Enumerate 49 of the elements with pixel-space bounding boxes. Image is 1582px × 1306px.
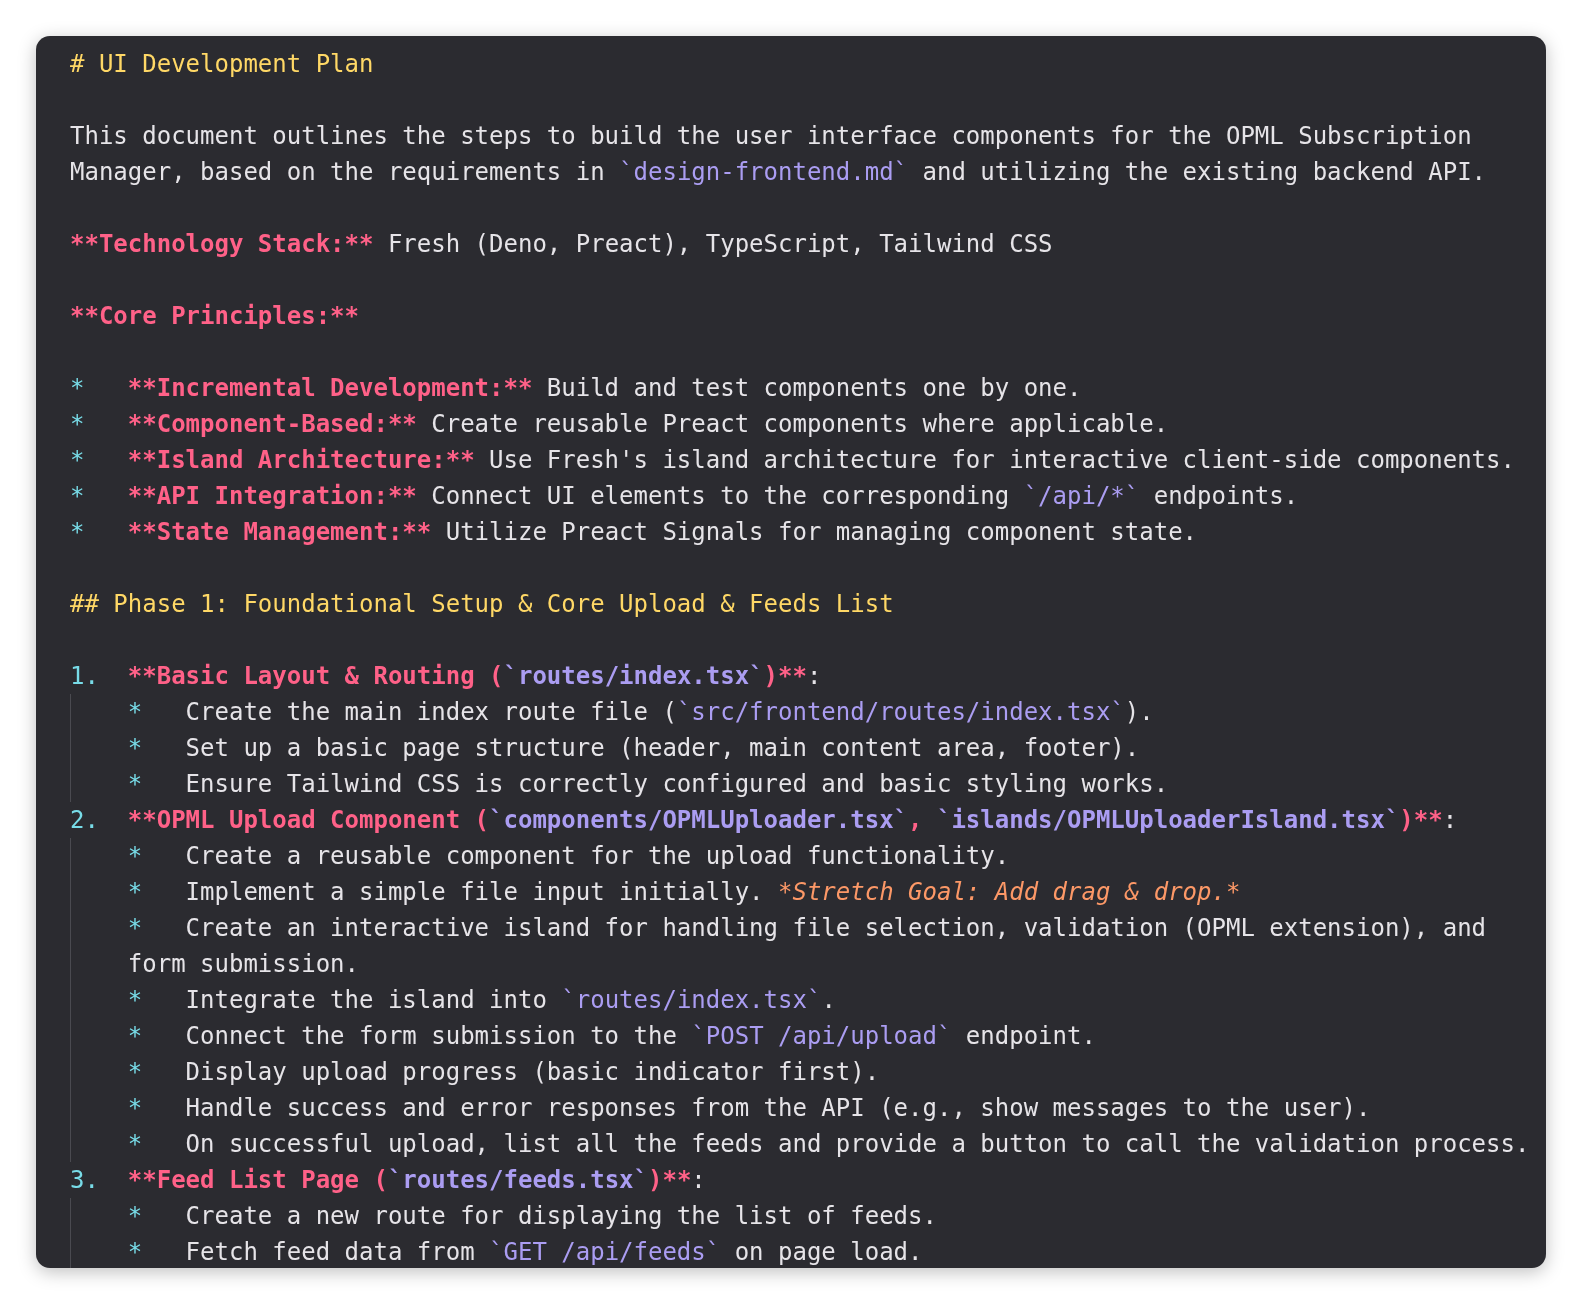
line-text: Integrate the island into `routes/index.tsx`.: [185, 985, 836, 1016]
list-marker: 3.: [70, 1165, 100, 1196]
list-marker: *: [127, 877, 144, 908]
line-text: **Island Architecture:** Use Fresh's island architecture for interactive client-side components.: [127, 445, 1515, 476]
list-marker: *: [70, 445, 86, 476]
line-text: Create a reusable component for the upload functionality.: [185, 841, 1010, 872]
line-text: This document outlines the steps to build the user interface components for the OPML Subscription: [70, 121, 1472, 152]
line-text: **Incremental Development:** Build and test components one by one.: [127, 373, 1082, 404]
list-marker: *: [70, 481, 86, 512]
list-marker: 2.: [70, 805, 100, 836]
line-text: Create an interactive island for handling file selection, validation (OPML extension), and: [185, 913, 1487, 944]
list-marker: *: [127, 1057, 144, 1088]
list-marker: *: [127, 841, 144, 872]
line-text: **API Integration:** Connect UI elements to the corresponding `/api/*` endpoints.: [127, 481, 1299, 512]
list-marker: *: [127, 697, 144, 728]
line-text: **OPML Upload Component (`components/OPMLUploader.tsx`, `islands/OPMLUploaderIsland.tsx`)**:: [127, 805, 1458, 836]
line-text: On successful upload, list all the feeds and provide a button to call the validation process.: [185, 1129, 1530, 1160]
line-text: **Core Principles:**: [70, 301, 359, 332]
list-marker: *: [127, 769, 144, 800]
list-marker: 1.: [70, 661, 100, 692]
line-text: Ensure Tailwind CSS is correctly configured and basic styling works.: [185, 769, 1169, 800]
line-text: **Basic Layout & Routing (`routes/index.tsx`)**:: [127, 661, 822, 692]
list-marker: *: [127, 1201, 144, 1232]
line-text: **Component-Based:** Create reusable Preact components where applicable.: [127, 409, 1169, 440]
list-marker: *: [127, 913, 144, 944]
list-marker: *: [127, 1021, 144, 1052]
list-marker: *: [127, 1129, 144, 1160]
line-text: Fetch feed data from `GET /api/feeds` on page load.: [185, 1237, 923, 1268]
line-text: **Technology Stack:** Fresh (Deno, Preact), TypeScript, Tailwind CSS: [70, 229, 1053, 260]
line-text: Handle success and error responses from the API (e.g., show messages to the user).: [185, 1093, 1371, 1124]
line-text: Connect the form submission to the `POST /api/upload` endpoint.: [185, 1021, 1096, 1052]
line-text: **State Management:** Utilize Preact Signals for managing component state.: [127, 517, 1198, 548]
list-marker: *: [127, 1093, 144, 1124]
list-marker: *: [70, 517, 86, 548]
line-text: # UI Development Plan: [70, 49, 374, 80]
line-text: Create the main index route file (`src/frontend/routes/index.tsx`).: [185, 697, 1154, 728]
line-text: Display upload progress (basic indicator first).: [185, 1057, 880, 1088]
list-marker: *: [127, 733, 144, 764]
line-text: ## Phase 1: Foundational Setup & Core Upload & Feeds List: [70, 589, 894, 620]
list-marker: *: [70, 373, 86, 404]
list-marker: *: [127, 1237, 144, 1268]
line-text: Create a new route for displaying the list of feeds.: [185, 1201, 937, 1232]
line-text: **Feed List Page (`routes/feeds.tsx`)**:: [127, 1165, 706, 1196]
line-text: Set up a basic page structure (header, main content area, footer).: [185, 733, 1140, 764]
list-marker: *: [127, 985, 144, 1016]
line-text: form submission.: [127, 949, 359, 980]
line-text: Implement a simple file input initially. *Stretch Goal: Add drag & drop.*: [185, 877, 1241, 908]
line-text: Manager, based on the requirements in `design-frontend.md` and utilizing the existing backend API.: [70, 157, 1487, 188]
list-marker: *: [70, 409, 86, 440]
